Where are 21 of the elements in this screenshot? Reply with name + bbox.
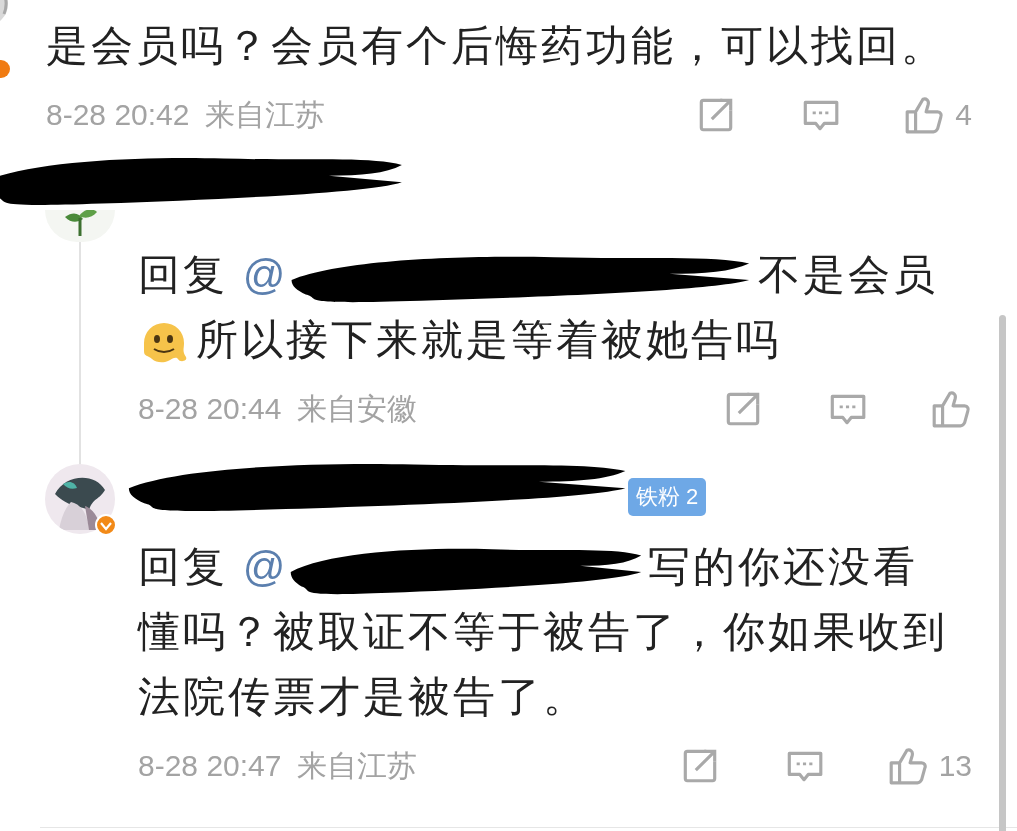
scrollbar[interactable] <box>999 315 1006 831</box>
location-label: 来自江苏 <box>297 747 418 784</box>
mention-link[interactable]: @ <box>242 543 289 590</box>
comment-time: 8-28 20:47 <box>138 749 282 783</box>
thumbs-up-icon <box>930 388 972 430</box>
reply-text: 回复 <box>138 543 228 590</box>
like-button[interactable]: 4 <box>903 93 972 137</box>
comment-text: 是会员吗？会员有个后悔药功能，可以找回。 <box>46 21 947 71</box>
like-button[interactable]: 13 <box>886 744 972 788</box>
location-label: 来自江苏 <box>205 96 326 133</box>
reply-text: 回复 <box>138 251 228 298</box>
reply-text: 写的你还没看 <box>648 543 919 590</box>
location-label: 来自安徽 <box>297 390 418 427</box>
reply-text: 懂吗？被取证不等于被告了，你如果收到法院传票才是被告了。 <box>138 607 949 722</box>
reply-text: 所以接下来就是等着被她告吗 <box>196 316 781 363</box>
reply-text: 不是会员 <box>758 251 939 298</box>
comment-time: 8-28 20:42 <box>46 98 190 132</box>
comment-time: 8-28 20:44 <box>138 392 282 426</box>
mention-link[interactable]: @ <box>242 251 289 298</box>
thumbs-up-icon <box>903 94 946 136</box>
fan-badge: 铁粉 2 <box>628 478 707 516</box>
